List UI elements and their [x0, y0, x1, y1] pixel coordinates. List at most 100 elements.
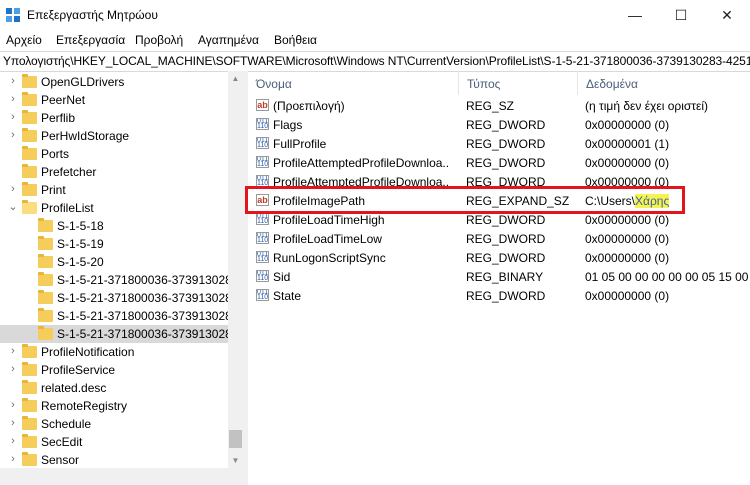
menu-view[interactable]: Προβολή [135, 33, 183, 47]
value-row[interactable]: ab (Προεπιλογή) REG_SZ (η τιμή δεν έχει ορι… [248, 96, 750, 115]
tree-item[interactable]: › Sensor [0, 451, 228, 469]
tree-item[interactable]: › OpenGLDrivers [0, 73, 228, 91]
column-header-name[interactable]: Όνομα [248, 71, 459, 95]
chevron-right-icon[interactable]: › [8, 363, 18, 375]
tree-item[interactable]: › Schedule [0, 415, 228, 433]
menu-favorites[interactable]: Αγαπημένα [198, 33, 259, 47]
chevron-right-icon[interactable]: › [8, 345, 18, 357]
value-name: ProfileAttemptedProfileDownloa... [273, 156, 448, 170]
value-name: ProfileLoadTimeLow [273, 232, 382, 246]
value-type: REG_DWORD [466, 156, 546, 170]
tree-item[interactable]: › ProfileService [0, 361, 228, 379]
tree-item-label: Print [41, 183, 66, 197]
tree-item[interactable]: › PeerNet [0, 91, 228, 109]
value-type: REG_DWORD [466, 118, 546, 132]
folder-icon [22, 380, 37, 394]
chevron-right-icon[interactable]: › [8, 111, 18, 123]
scroll-up-icon[interactable]: ▲ [228, 71, 243, 86]
tree-item[interactable]: S-1-5-19 [0, 235, 228, 253]
value-data: 0x00000000 (0) [585, 118, 670, 132]
chevron-right-icon[interactable]: › [8, 75, 18, 87]
chevron-right-icon[interactable]: › [8, 93, 18, 105]
tree-item[interactable]: › ProfileNotification [0, 343, 228, 361]
value-row[interactable]: 011 110 Sid REG_BINARY 01 05 00 00 00 00 00… [248, 267, 750, 286]
chevron-right-icon[interactable]: › [8, 417, 18, 429]
binary-value-icon: 011 110 [256, 156, 269, 168]
value-row[interactable]: 011 110 State REG_DWORD 0x00000000 (0) [248, 286, 750, 305]
binary-value-icon: 011 110 [256, 270, 269, 282]
chevron-down-icon[interactable]: ⌄ [8, 201, 18, 213]
tree-item[interactable]: S-1-5-21-371800036-3739130283 [0, 307, 238, 325]
address-bar[interactable]: Υπολογιστής\HKEY_LOCAL_MACHINE\SOFTWARE\… [0, 51, 750, 72]
tree-item[interactable]: › SecEdit [0, 433, 228, 451]
tree-item[interactable]: › RemoteRegistry [0, 397, 228, 415]
tree-item-label: related.desc [41, 381, 107, 395]
chevron-right-icon[interactable]: › [8, 129, 18, 141]
column-header-type[interactable]: Τύπος [459, 71, 578, 95]
binary-value-icon: 011 110 [256, 137, 269, 149]
tree-item-label: Sensor [41, 453, 80, 467]
folder-icon [38, 218, 53, 232]
value-row[interactable]: 011 110 Flags REG_DWORD 0x00000000 (0) [248, 115, 750, 134]
highlight-annotation-box [245, 186, 685, 214]
tree-item[interactable]: S-1-5-21-371800036-3739130283 [0, 325, 238, 343]
tree-item[interactable]: S-1-5-20 [0, 253, 228, 271]
tree-horizontal-scrollbar[interactable] [0, 468, 243, 485]
tree-item-label: S-1-5-21-371800036-3739130283 [57, 273, 239, 287]
tree-item[interactable]: Prefetcher [0, 163, 228, 181]
binary-value-icon: 011 110 [256, 251, 269, 263]
column-header-data[interactable]: Δεδομένα [578, 71, 750, 95]
menu-help[interactable]: Βοήθεια [274, 33, 317, 47]
folder-icon [38, 290, 53, 304]
tree-item-label: ProfileNotification [41, 345, 135, 359]
tree-item[interactable]: S-1-5-18 [0, 217, 228, 235]
chevron-right-icon[interactable]: › [8, 453, 18, 465]
folder-icon [22, 74, 37, 88]
tree-scroll-thumb[interactable] [229, 430, 242, 448]
value-name: Flags [273, 118, 303, 132]
tree-item[interactable]: › Perflib [0, 109, 228, 127]
tree-item-label: OpenGLDrivers [41, 75, 125, 89]
tree-item[interactable]: related.desc [0, 379, 228, 397]
address-path[interactable]: Υπολογιστής\HKEY_LOCAL_MACHINE\SOFTWARE\… [3, 54, 750, 68]
tree-item[interactable]: Ports [0, 145, 228, 163]
value-row[interactable]: 011 110 ProfileAttemptedProfileDownloa...… [248, 153, 750, 172]
value-name: RunLogonScriptSync [273, 251, 386, 265]
value-row[interactable]: 011 110 RunLogonScriptSync REG_DWORD 0x0000… [248, 248, 750, 267]
tree-item-label: PeerNet [41, 93, 86, 107]
maximize-button[interactable]: ☐ [658, 0, 704, 31]
value-data: 0x00000000 (0) [585, 289, 670, 303]
menu-file[interactable]: Αρχείο [6, 33, 42, 47]
chevron-right-icon[interactable]: › [8, 183, 18, 195]
tree-item[interactable]: ⌄ ProfileList [0, 199, 228, 217]
tree-item[interactable]: S-1-5-21-371800036-3739130283 [0, 289, 238, 307]
tree-item[interactable]: S-1-5-21-371800036-3739130283 [0, 271, 238, 289]
value-type: REG_DWORD [466, 251, 546, 265]
chevron-right-icon[interactable]: › [8, 435, 18, 447]
minimize-button[interactable]: — [612, 0, 658, 31]
value-name: State [273, 289, 302, 303]
value-data: 0x00000001 (1) [585, 137, 670, 151]
tree-item[interactable]: › Print [0, 181, 228, 199]
value-data: 01 05 00 00 00 00 00 05 15 00 00 00 [585, 270, 750, 284]
folder-icon [22, 164, 37, 178]
tree-item-label: ProfileList [41, 201, 94, 215]
chevron-right-icon[interactable]: › [8, 399, 18, 411]
value-row[interactable]: 011 110 ProfileLoadTimeLow REG_DWORD 0x0000… [248, 229, 750, 248]
folder-icon [22, 416, 37, 430]
folder-icon [22, 146, 37, 160]
values-list[interactable]: Όνομα Τύπος Δεδομένα ab (Προεπιλογή) REG_S… [248, 71, 750, 485]
value-row[interactable]: 011 110 FullProfile REG_DWORD 0x00000001 (1… [248, 134, 750, 153]
menu-edit[interactable]: Επεξεργασία [56, 33, 125, 47]
value-type: REG_DWORD [466, 289, 546, 303]
tree-vertical-scrollbar[interactable]: ▲ ▼ [228, 71, 243, 468]
tree-item[interactable]: › PerHwIdStorage [0, 127, 228, 145]
close-button[interactable]: ✕ [704, 0, 750, 31]
value-type: REG_BINARY [466, 270, 544, 284]
folder-icon [22, 362, 37, 376]
value-data: 0x00000000 (0) [585, 232, 670, 246]
tree-item-label: Ports [41, 147, 70, 161]
key-tree[interactable]: › OpenGLDrivers › PeerNet › Perflib › PerHwIdSt… [0, 71, 243, 485]
scroll-down-icon[interactable]: ▼ [228, 453, 243, 468]
folder-icon [22, 182, 37, 196]
